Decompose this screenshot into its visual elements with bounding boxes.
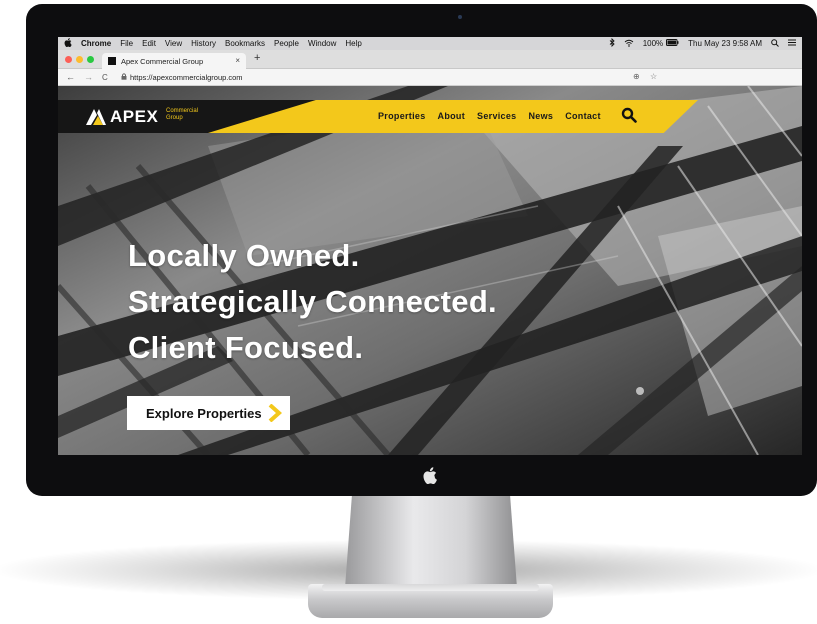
headline-line-1: Locally Owned. bbox=[128, 238, 360, 273]
chevron-right-icon bbox=[268, 404, 282, 422]
logo-name[interactable]: APEX bbox=[110, 107, 158, 127]
nav-properties[interactable]: Properties bbox=[378, 111, 426, 121]
menu-help[interactable]: Help bbox=[345, 39, 361, 48]
hero-section: APEX Commercial Group Properties About S… bbox=[58, 86, 802, 455]
apple-logo-icon bbox=[422, 467, 438, 485]
site-header: APEX Commercial Group Properties About S… bbox=[58, 100, 802, 133]
nav-contact[interactable]: Contact bbox=[565, 111, 601, 121]
headline-line-2: Strategically Connected. bbox=[128, 284, 497, 319]
notification-center-icon[interactable] bbox=[788, 39, 796, 48]
bluetooth-icon[interactable] bbox=[609, 37, 615, 49]
browser-tabbar: Apex Commercial Group × + bbox=[58, 50, 802, 69]
bookmark-star-icon[interactable]: ☆ bbox=[650, 72, 657, 81]
site-nav: Properties About Services News Contact bbox=[378, 111, 613, 121]
favicon-icon bbox=[108, 57, 116, 65]
wifi-icon[interactable] bbox=[624, 39, 634, 49]
new-tab-button[interactable]: + bbox=[254, 52, 260, 64]
headline-line-3: Client Focused. bbox=[128, 330, 364, 365]
tab-title: Apex Commercial Group bbox=[121, 56, 204, 66]
zoom-icon[interactable]: ⊕ bbox=[633, 72, 640, 81]
back-icon[interactable]: ← bbox=[66, 72, 75, 82]
search-icon[interactable] bbox=[621, 107, 637, 123]
close-tab-icon[interactable]: × bbox=[235, 56, 240, 65]
nav-services[interactable]: Services bbox=[477, 111, 516, 121]
apple-menu-icon[interactable] bbox=[64, 38, 72, 49]
screen: Chrome File Edit View History Bookmarks … bbox=[58, 37, 802, 455]
menu-window[interactable]: Window bbox=[308, 39, 336, 48]
logo-sub-line-1: Commercial bbox=[166, 108, 199, 114]
monitor-base-top bbox=[322, 584, 539, 591]
explore-properties-label: Explore Properties bbox=[146, 405, 262, 421]
apex-logo-icon[interactable] bbox=[86, 109, 106, 125]
nav-news[interactable]: News bbox=[528, 111, 553, 121]
explore-properties-button[interactable]: Explore Properties bbox=[127, 396, 290, 430]
reload-icon[interactable]: C bbox=[102, 73, 108, 82]
close-window-button[interactable] bbox=[65, 56, 72, 63]
logo-subtitle: Commercial Group bbox=[166, 108, 206, 122]
url-field[interactable]: https://apexcommercialgroup.com bbox=[130, 73, 243, 82]
menu-people[interactable]: People bbox=[274, 39, 299, 48]
stage: Chrome File Edit View History Bookmarks … bbox=[0, 0, 817, 624]
menu-history[interactable]: History bbox=[191, 39, 216, 48]
forward-icon[interactable]: → bbox=[84, 72, 93, 82]
menu-chrome[interactable]: Chrome bbox=[81, 39, 111, 48]
logo-sub-line-2: Group bbox=[166, 115, 183, 121]
mac-menubar: Chrome File Edit View History Bookmarks … bbox=[58, 37, 802, 50]
monitor-stand bbox=[345, 496, 517, 588]
browser-tab[interactable]: Apex Commercial Group × bbox=[102, 53, 246, 69]
browser-addressbar: ← → C https://apexcommercialgroup.com ⊕ … bbox=[58, 69, 802, 86]
menu-view[interactable]: View bbox=[165, 39, 182, 48]
battery-percent: 100% bbox=[642, 39, 664, 48]
nav-about[interactable]: About bbox=[438, 111, 466, 121]
lock-icon bbox=[121, 73, 127, 82]
clock[interactable]: Thu May 23 9:58 AM bbox=[688, 39, 762, 48]
menu-edit[interactable]: Edit bbox=[142, 39, 156, 48]
camera-icon bbox=[458, 15, 462, 19]
menubar-status: 100% Thu May 23 9:58 AM bbox=[600, 37, 796, 50]
battery-icon[interactable] bbox=[666, 39, 679, 48]
menu-bookmarks[interactable]: Bookmarks bbox=[225, 39, 265, 48]
maximize-window-button[interactable] bbox=[87, 56, 94, 63]
minimize-window-button[interactable] bbox=[76, 56, 83, 63]
spotlight-icon[interactable] bbox=[771, 38, 779, 49]
menu-file[interactable]: File bbox=[120, 39, 133, 48]
